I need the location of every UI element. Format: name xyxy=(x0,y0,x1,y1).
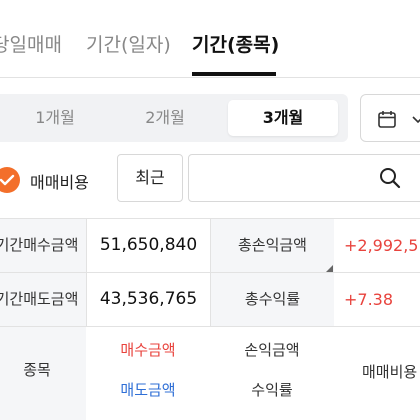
total-return-rate-value: +7.38 xyxy=(344,290,394,309)
fee-checkbox-label[interactable]: 매매비용 xyxy=(30,169,89,193)
period-tabs: 당일매매 기간(일자) 기간(종목) xyxy=(0,0,420,78)
header-trading-fee: 매매비용 xyxy=(362,363,418,381)
total-pnl-amount-label: 총손익금액 xyxy=(210,219,334,272)
chevron-down-icon xyxy=(412,116,420,124)
tooltip-corner-icon[interactable] xyxy=(326,265,333,272)
header-sell-amount: 매도금액 xyxy=(120,381,176,399)
summary-row-buy: 기간매수금액 51,650,840 총손익금액 +2,992,5 xyxy=(0,219,420,273)
period-buy-amount-value: 51,650,840 xyxy=(86,219,210,272)
checkmark-icon xyxy=(0,174,15,186)
period-row: 1개월 2개월 3개월 xyxy=(0,90,420,146)
period-sell-amount-value: 43,536,765 xyxy=(86,273,210,326)
period-option-2-months[interactable]: 2개월 xyxy=(110,94,220,142)
tab-period-by-date[interactable]: 기간(일자) xyxy=(86,30,171,57)
header-pnl-amount: 손익금액 xyxy=(244,341,300,359)
search-icon[interactable] xyxy=(379,167,401,189)
calendar-icon xyxy=(378,111,396,128)
tab-period-by-stock[interactable]: 기간(종목) xyxy=(192,30,279,57)
header-return-rate: 수익률 xyxy=(251,381,293,399)
calendar-button[interactable] xyxy=(360,94,420,142)
period-buy-amount-label: 기간매수금액 xyxy=(0,219,86,272)
active-tab-indicator xyxy=(192,72,276,76)
total-return-rate-label: 총수익률 xyxy=(210,273,334,326)
summary-row-sell: 기간매도금액 43,536,765 총수익률 +7.38 xyxy=(0,273,420,327)
period-sell-amount-label: 기간매도금액 xyxy=(0,273,86,326)
filter-row: 매매비용 최근 xyxy=(0,154,420,204)
tab-today-trades[interactable]: 당일매매 xyxy=(0,30,62,57)
total-pnl-amount-value: +2,992,5 xyxy=(344,236,419,255)
search-input[interactable] xyxy=(195,161,365,195)
header-stock: 종목 xyxy=(0,327,86,420)
summary-table: 기간매수금액 51,650,840 총손익금액 +2,992,5 기간매도금액 … xyxy=(0,218,420,327)
period-segmented-control: 1개월 2개월 3개월 xyxy=(0,94,348,142)
search-box xyxy=(188,154,420,202)
period-option-3-months[interactable]: 3개월 xyxy=(228,100,338,136)
sort-select[interactable]: 최근 xyxy=(117,154,183,202)
period-option-1-month[interactable]: 1개월 xyxy=(0,94,110,142)
detail-table-header: 종목 매수금액 매도금액 손익금액 수익률 매매비용 xyxy=(0,327,420,420)
header-buy-amount: 매수금액 xyxy=(120,341,176,359)
fee-checkbox[interactable] xyxy=(0,167,20,193)
